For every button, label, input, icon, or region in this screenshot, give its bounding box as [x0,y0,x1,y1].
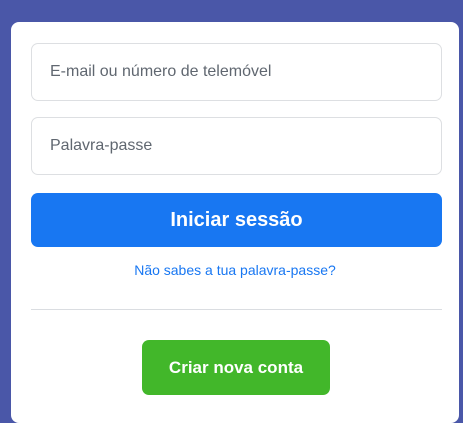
forgot-password-link[interactable]: Não sabes a tua palavra-passe? [11,262,459,278]
login-card: Iniciar sessão Não sabes a tua palavra-p… [11,22,459,423]
password-input[interactable] [31,117,442,175]
login-button[interactable]: Iniciar sessão [31,193,442,247]
create-account-button[interactable]: Criar nova conta [142,340,330,395]
email-or-phone-input[interactable] [31,43,442,101]
divider [31,309,442,310]
